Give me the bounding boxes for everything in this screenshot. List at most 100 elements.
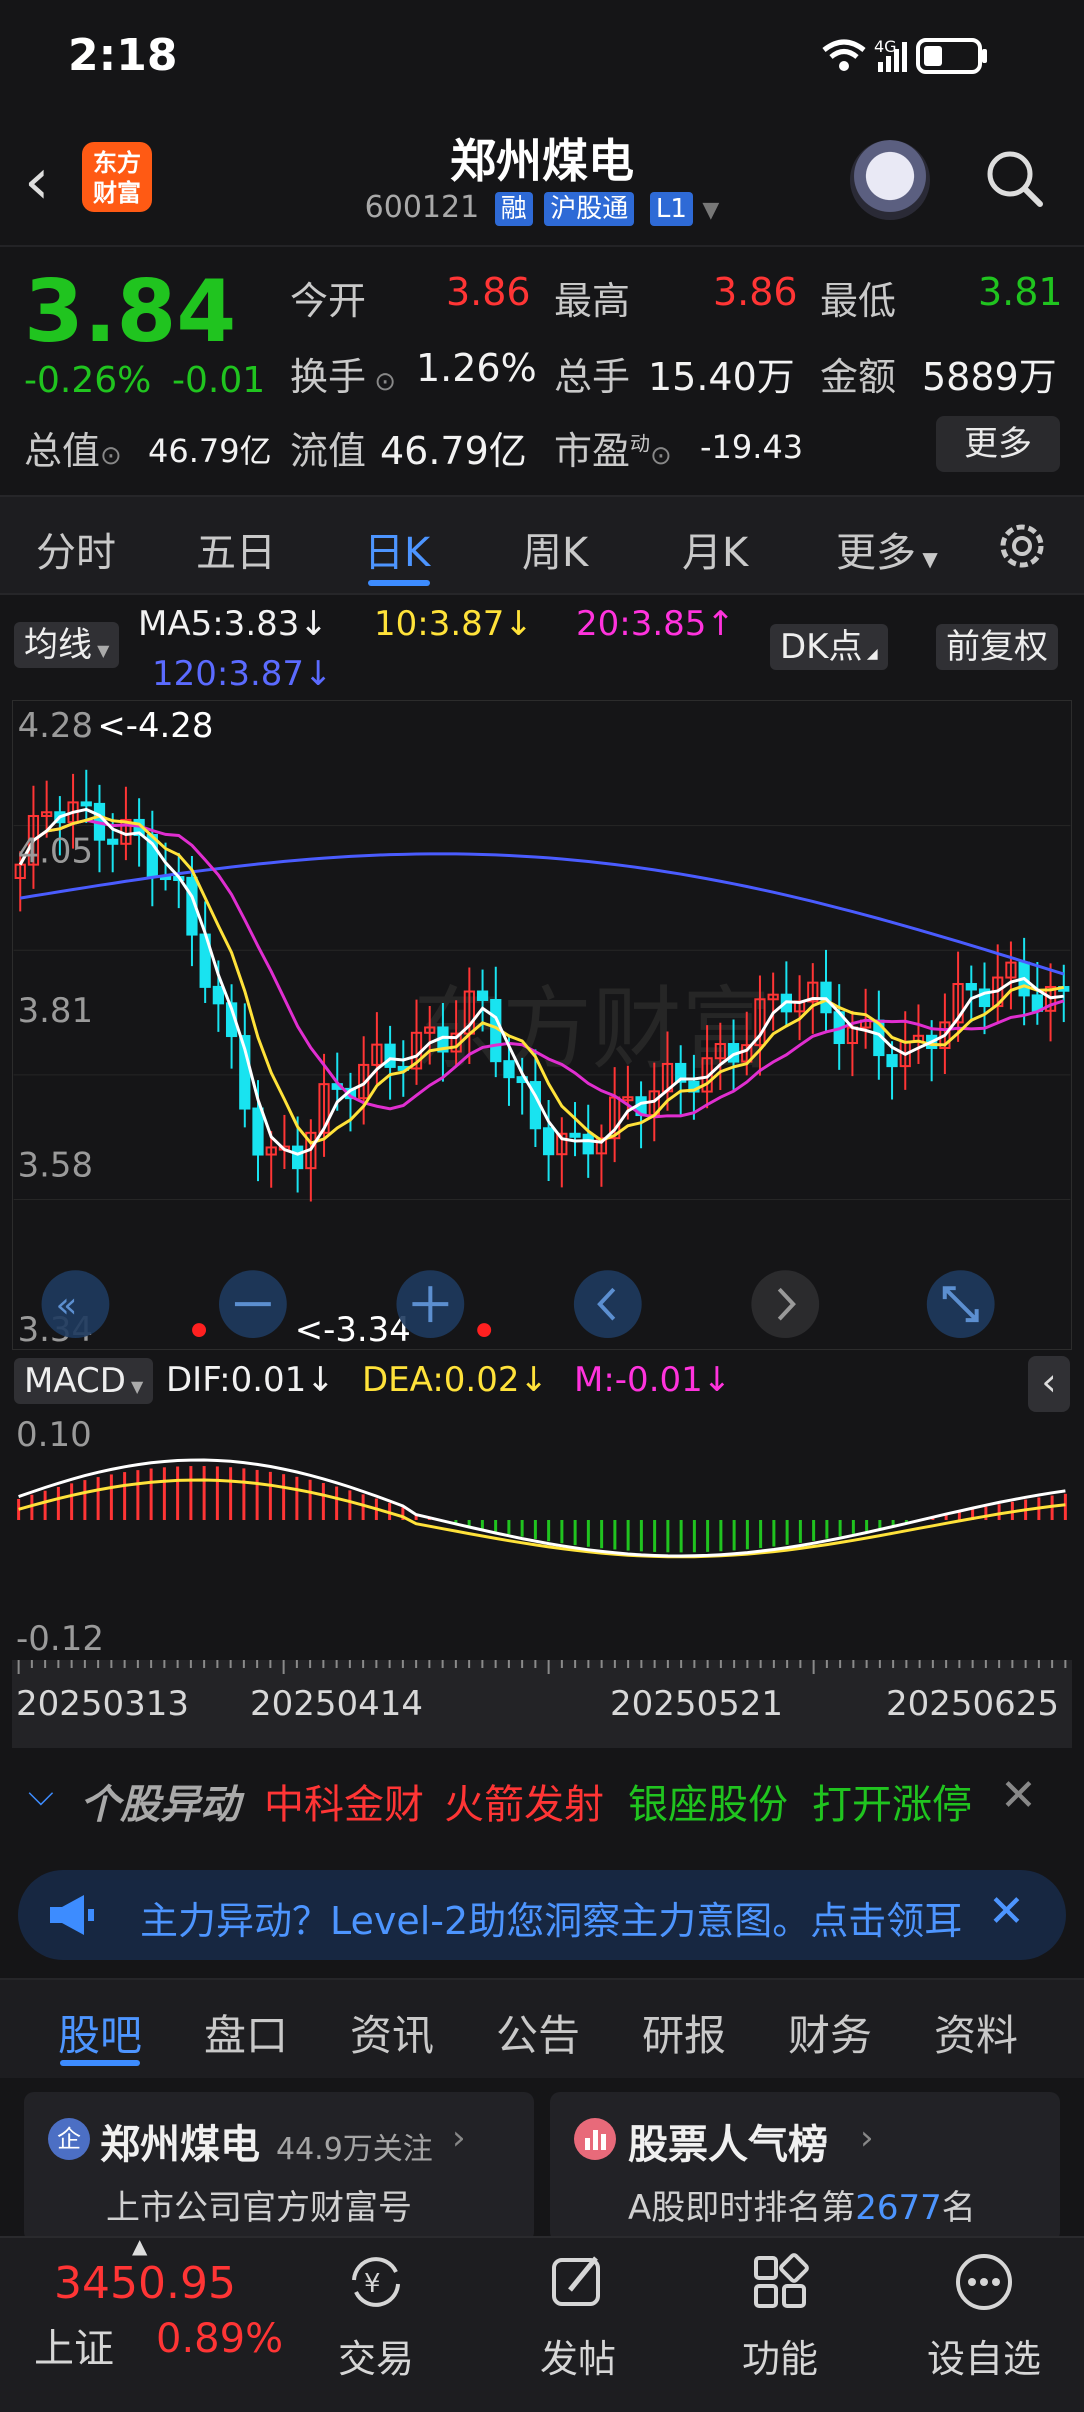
volume-label: 总手 [554, 355, 631, 399]
tab-order-book[interactable]: 盘口 [204, 2002, 288, 2063]
marker-dot [192, 1323, 207, 1338]
ma120-value: 120:3.87↓ [152, 654, 333, 694]
indicator-selector-button[interactable]: MACD ▼ [14, 1358, 154, 1404]
low-value: 3.81 [978, 270, 1063, 314]
follower-count: 44.9万关注 [276, 2132, 433, 2167]
nav-post[interactable]: 发帖 [508, 2250, 648, 2383]
adjust-button[interactable]: 前复权 [936, 624, 1058, 670]
candle-body [886, 1054, 898, 1068]
nav-label: 交易 [337, 2337, 414, 2381]
turnover-label: 换手 ⊙ [290, 355, 397, 399]
gear-icon[interactable] [994, 518, 1050, 574]
stock-code: 600121 [364, 190, 480, 225]
status-icons: 4G [822, 37, 987, 74]
tab-announcements[interactable]: 公告 [496, 2002, 580, 2063]
close-icon[interactable]: ✕ [988, 1886, 1025, 1937]
date-label: 20250521 [610, 1684, 784, 1724]
candle-body [80, 801, 92, 807]
collapse-panel-icon[interactable]: ‹ [1028, 1356, 1070, 1412]
tag-margin: 融 [494, 192, 533, 226]
tab-forum[interactable]: 股吧 [58, 2002, 142, 2063]
macd-top-label: 0.10 [16, 1415, 92, 1455]
high-value: 3.86 [713, 270, 798, 314]
dk-point-button[interactable]: DK点 ◢ [770, 624, 888, 670]
tab-research[interactable]: 研报 [642, 2002, 726, 2063]
movement-item[interactable]: 中科金财 [264, 1772, 424, 1830]
enterprise-icon: 企 [48, 2118, 90, 2160]
index-change[interactable]: 0.89% [156, 2316, 283, 2362]
megaphone-icon [50, 1895, 94, 1935]
total-cap-label: 总值⊙ [24, 429, 122, 473]
candle-body [569, 1132, 581, 1138]
nav-add-watchlist[interactable]: 设自选 [914, 2250, 1054, 2383]
card-subtitle: A股即时排名第2677名 [628, 2188, 976, 2228]
active-tab-indicator [60, 2060, 140, 2066]
macd-dif: DIF:0.01↓ [166, 1360, 335, 1400]
index-name[interactable]: 上证 [34, 2316, 114, 2374]
trade-icon: ¥ [352, 2257, 400, 2307]
ranking-chart-icon [574, 2118, 616, 2160]
price-label: 3.81 [18, 991, 93, 1030]
candle-body [107, 838, 119, 845]
scroll-right-button[interactable] [751, 1270, 820, 1339]
signal-icon: 4G [874, 37, 907, 72]
max-price-marker: <-4.28 [97, 706, 213, 745]
volume-value: 15.40万 [648, 355, 795, 399]
ma5-value: MA5:3.83↓ [138, 604, 328, 644]
macd-chart[interactable]: 0.10 -0.12 [12, 1410, 1072, 1660]
tab-financials[interactable]: 财务 [788, 2002, 872, 2063]
movement-item[interactable]: 银座股份 [628, 1772, 788, 1830]
active-tab-indicator [368, 580, 430, 586]
scroll-left-fast-button[interactable]: « [41, 1270, 110, 1339]
grid-icon [754, 2253, 809, 2308]
tag-level: L1 [649, 192, 693, 226]
index-value[interactable]: 3450.95 [54, 2258, 236, 2309]
movement-item[interactable]: 火箭发射 [444, 1772, 604, 1830]
nav-label: 发帖 [539, 2337, 616, 2381]
zoom-out-button[interactable] [218, 1270, 287, 1339]
total-cap-value: 46.79亿 [148, 432, 272, 470]
candle-body [965, 983, 977, 991]
tab-five-day[interactable]: 五日 [196, 520, 276, 578]
svg-text:¥: ¥ [364, 2269, 381, 2299]
ma-toggle-button[interactable]: 均线 ▼ [14, 622, 120, 668]
current-price: 3.84 [24, 262, 237, 362]
tab-profile[interactable]: 资料 [934, 2002, 1018, 2063]
price-label: 4.28 [18, 706, 93, 745]
tab-daily-k[interactable]: 日K [364, 520, 430, 578]
macd-histogram [17, 1466, 1067, 1553]
date-label: 20250414 [250, 1684, 424, 1724]
caret-up-icon: ▲ [132, 2234, 148, 2258]
ma20-value: 20:3.85↑ [576, 604, 735, 644]
card-title: 股票人气榜 [628, 2122, 828, 2168]
svg-text:«: « [56, 1285, 78, 1326]
tab-monthly-k[interactable]: 月K [682, 520, 748, 578]
nav-functions[interactable]: 功能 [710, 2250, 850, 2383]
tab-intraday[interactable]: 分时 [36, 520, 116, 578]
chevron-down-icon[interactable]: ⌵ [28, 1774, 54, 1814]
candlestick-chart[interactable]: 东方财富 4.28 4.05 3.81 3.58 3.34 <-4.28 <-3… [12, 700, 1072, 1350]
candle-body [212, 985, 224, 1005]
nav-trade[interactable]: ¥ 交易 [306, 2250, 446, 2383]
ad-text: 主力异动？Level-2助您洞察主力意图。点击领耳 [140, 1899, 963, 1943]
movement-title: 个股异动 [80, 1782, 240, 1828]
price-label: 4.05 [18, 832, 93, 871]
tab-news[interactable]: 资讯 [350, 2002, 434, 2063]
high-label: 最高 [554, 279, 631, 323]
tab-more-periods[interactable]: 更多 ▼ [836, 520, 938, 578]
movement-item[interactable]: 打开涨停 [812, 1772, 972, 1830]
zoom-in-button[interactable] [396, 1270, 465, 1339]
macd-bottom-label: -0.12 [16, 1619, 104, 1659]
fullscreen-button[interactable] [926, 1270, 995, 1339]
search-icon[interactable] [984, 148, 1044, 208]
candle-body [252, 1107, 264, 1156]
more-quote-button[interactable]: 更多 [936, 416, 1060, 472]
candle-body [503, 1060, 515, 1079]
close-icon[interactable]: ✕ [1000, 1770, 1037, 1821]
scroll-left-button[interactable] [573, 1270, 642, 1339]
float-cap-value: 46.79亿 [380, 429, 527, 473]
tag-hgt: 沪股通 [544, 192, 635, 226]
tab-weekly-k[interactable]: 周K [522, 520, 588, 578]
chevron-down-icon[interactable]: ▼ [702, 198, 719, 223]
assistant-robot-icon[interactable] [850, 140, 930, 220]
